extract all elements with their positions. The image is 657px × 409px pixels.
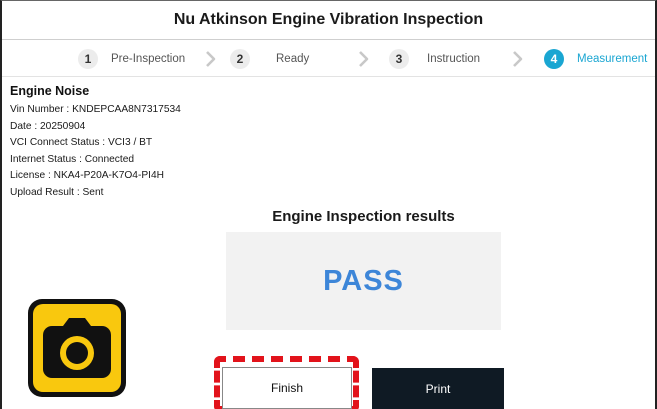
result-value: PASS <box>323 264 404 297</box>
inspection-info: Engine Noise Vin Number : KNDEPCAA8N7317… <box>10 84 181 201</box>
result-panel: PASS <box>226 232 501 330</box>
app-window: Nu Atkinson Engine Vibration Inspection … <box>0 0 657 409</box>
step-indicator: 1 Pre-Inspection 2 Ready 3 Instruction 4… <box>2 41 655 77</box>
step-pre-inspection[interactable]: 1 Pre-Inspection <box>78 49 185 69</box>
license: License : NKA4-P20A-K7O4-PI4H <box>10 170 165 181</box>
internet-status: Internet Status : Connected <box>10 153 135 165</box>
chevron-right-icon <box>513 51 523 67</box>
camera-app-icon[interactable] <box>28 299 126 397</box>
step-label: Pre-Inspection <box>111 53 186 65</box>
app-title: Nu Atkinson Engine Vibration Inspection <box>2 0 655 40</box>
step-number: 4 <box>544 49 564 69</box>
step-label: Ready <box>276 53 310 65</box>
info-title: Engine Noise <box>10 84 90 98</box>
chevron-right-icon <box>359 51 369 67</box>
inspection-date: Date : 20250904 <box>10 120 86 132</box>
vin-number: Vin Number : KNDEPCAA8N7317534 <box>10 104 181 115</box>
finish-button[interactable]: Finish <box>222 367 352 409</box>
results-title: Engine Inspection results <box>272 208 455 225</box>
step-number: 3 <box>389 49 409 69</box>
step-ready[interactable]: 2 Ready <box>230 49 309 69</box>
step-number: 1 <box>78 49 98 69</box>
vci-connect-status: VCI Connect Status : VCI3 / BT <box>10 137 153 148</box>
step-number: 2 <box>230 49 250 69</box>
upload-result: Upload Result : Sent <box>10 186 104 198</box>
camera-icon <box>43 318 111 378</box>
camera-icon-face <box>33 304 121 392</box>
step-label: Measurement <box>577 53 648 65</box>
step-label: Instruction <box>427 53 481 65</box>
chevron-right-icon <box>206 51 216 67</box>
print-button[interactable]: Print <box>372 368 504 409</box>
step-measurement[interactable]: 4 Measurement <box>544 49 647 69</box>
step-instruction[interactable]: 3 Instruction <box>389 49 480 69</box>
